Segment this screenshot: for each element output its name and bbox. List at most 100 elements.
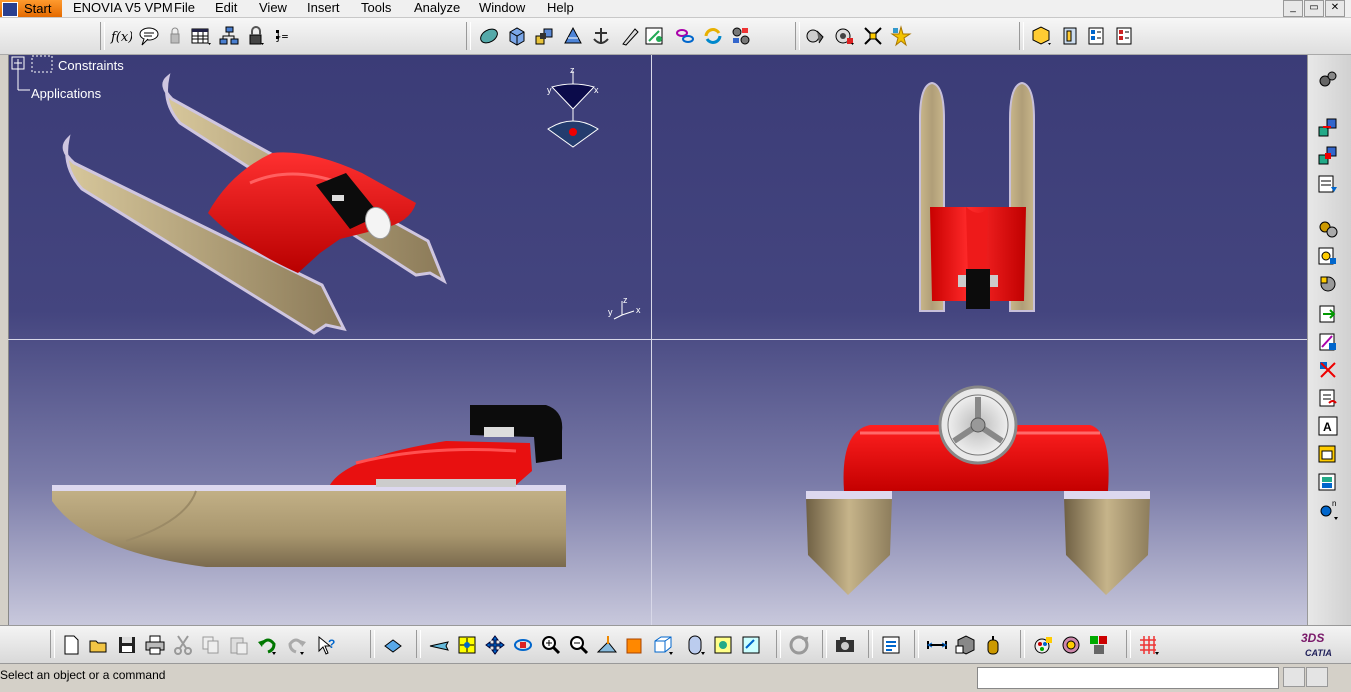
swap-space-icon[interactable] [740,634,762,656]
new-icon[interactable] [60,634,82,656]
chain-icon[interactable] [674,25,696,47]
boat-top-view[interactable] [910,79,1050,319]
menu-help[interactable]: Help [547,0,574,15]
clash-icon[interactable] [805,25,827,47]
open-icon[interactable] [88,634,110,656]
padlock-icon[interactable] [246,25,268,47]
save-icon[interactable] [116,634,138,656]
3d-viewport[interactable]: Constraints Applications z y x z x y [0,55,1307,625]
menu-edit[interactable]: Edit [215,0,237,15]
start-menu-button[interactable]: Start [0,0,62,17]
sphere-icon[interactable] [478,25,500,47]
clash-icon[interactable] [1088,634,1110,656]
settings-icon[interactable] [1317,69,1339,91]
restore-button[interactable]: ▭ [1304,0,1324,17]
quick-constraint-icon[interactable] [1317,331,1339,353]
material-icon[interactable] [1060,25,1082,47]
update-icon[interactable] [788,634,810,656]
svg-text:A: A [1323,420,1332,434]
fix-icon[interactable] [1317,145,1339,167]
left-edge [0,55,9,625]
fit-all-icon[interactable] [456,634,478,656]
iso-view-icon[interactable] [624,634,646,656]
menu-insert[interactable]: Insert [307,0,340,15]
angle-icon[interactable] [1317,273,1339,295]
table-icon[interactable] [1317,443,1339,465]
offset-icon[interactable] [1317,245,1339,267]
status-message: Select an object or a command [0,668,166,682]
shading-icon[interactable] [684,634,706,656]
view-cube-icon[interactable] [652,634,674,656]
assembly-icon[interactable] [534,25,556,47]
close-status-button[interactable] [1306,667,1328,687]
minimize-button[interactable]: _ [1283,0,1303,17]
zoom-out-icon[interactable] [568,634,590,656]
grid-icon[interactable] [1138,634,1160,656]
measure-icon[interactable] [644,25,666,47]
pan-icon[interactable] [484,634,506,656]
apply-material-icon[interactable] [1032,634,1054,656]
report-icon[interactable] [1114,25,1136,47]
gear-network-icon[interactable] [730,25,752,47]
boat-iso-view[interactable] [40,63,470,343]
rotate-icon[interactable] [512,634,534,656]
cube-icon[interactable] [506,25,528,47]
hide-show-icon[interactable] [712,634,734,656]
constraint-icon[interactable] [1317,117,1339,139]
command-input[interactable] [977,667,1279,689]
scene-icon[interactable] [1317,471,1339,493]
menu-window[interactable]: Window [479,0,525,15]
copy-icon[interactable] [200,634,222,656]
hierarchy-icon[interactable] [218,25,240,47]
boat-side-view[interactable] [46,401,576,573]
zoom-in-icon[interactable] [540,634,562,656]
more-icon[interactable]: n [1317,499,1339,521]
flexible-icon[interactable] [1317,359,1339,381]
measure-item-icon[interactable] [954,634,976,656]
catalog-icon[interactable] [1030,25,1052,47]
reuse-pattern-icon[interactable]: A [1317,415,1339,437]
cut-icon[interactable] [172,634,194,656]
measure-inertia-icon[interactable] [982,634,1004,656]
thread-icon[interactable] [562,25,584,47]
parameters-icon[interactable]: }= [274,25,296,47]
change-constraint-icon[interactable] [1317,387,1339,409]
table-icon[interactable] [190,25,212,47]
catalog-browser-icon[interactable] [880,634,902,656]
formula-icon[interactable]: f(x) [110,25,132,47]
comment-icon[interactable] [138,25,160,47]
menu-enovia[interactable]: ENOVIA V5 VPM [73,0,173,15]
menu-analyze[interactable]: Analyze [414,0,460,15]
bom-icon[interactable] [1086,25,1108,47]
boat-front-view[interactable] [800,385,1160,601]
viewport-divider-horizontal [8,339,1307,340]
paste-icon[interactable] [228,634,250,656]
print-icon[interactable] [144,634,166,656]
compass-icon[interactable]: z y x [540,63,610,153]
star-icon[interactable] [890,25,912,47]
anchor-icon[interactable] [590,25,612,47]
sectioning-icon[interactable] [1060,634,1082,656]
lock-icon[interactable] [164,25,186,47]
close-button[interactable]: ✕ [1325,0,1345,17]
normal-view-icon[interactable] [596,634,618,656]
menu-file[interactable]: File [174,0,195,15]
fly-mode-icon[interactable] [428,634,450,656]
restore-status-button[interactable] [1283,667,1305,687]
distance-icon[interactable] [862,25,884,47]
fix-together-icon[interactable] [1317,303,1339,325]
refresh-icon[interactable] [702,25,724,47]
camera-icon[interactable] [834,634,856,656]
undo-icon[interactable] [256,634,278,656]
sectioning-icon[interactable] [833,25,855,47]
coincidence-icon[interactable] [1317,173,1339,195]
menu-view[interactable]: View [259,0,287,15]
menu-tools[interactable]: Tools [361,0,391,15]
svg-text:n: n [1332,499,1336,508]
whats-this-icon[interactable]: ? [316,634,338,656]
spec-tree-icon[interactable] [382,634,404,656]
pencil-icon[interactable] [618,25,640,47]
measure-between-icon[interactable] [926,634,948,656]
redo-icon[interactable] [286,634,308,656]
contact-icon[interactable] [1317,218,1339,240]
